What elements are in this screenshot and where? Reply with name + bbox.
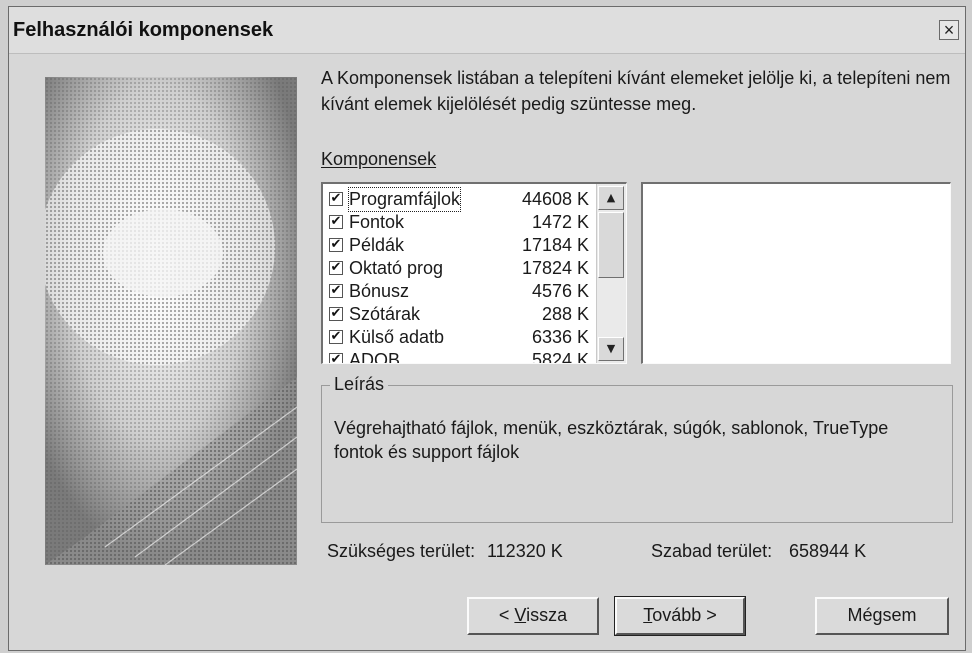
back-button-label: issza <box>526 605 568 625</box>
next-button-hotkey: T <box>643 605 653 625</box>
item-size: 17184 K <box>521 235 589 255</box>
back-button[interactable]: < Vissza <box>467 597 599 635</box>
check-icon: ✔ <box>330 214 342 229</box>
checkbox[interactable]: ✔ <box>329 352 343 364</box>
checkbox[interactable]: ✔ <box>329 307 343 321</box>
item-name: Külső adatb <box>349 327 445 347</box>
check-icon: ✔ <box>330 237 342 252</box>
wizard-side-image <box>45 77 297 565</box>
item-size: 4576 K <box>531 281 589 301</box>
cancel-button[interactable]: Mégsem <box>815 597 949 635</box>
item-size: 17824 K <box>521 258 589 278</box>
next-button-label: ovább <box>652 605 702 625</box>
item-name: ADOB <box>349 350 401 364</box>
check-icon: ✔ <box>330 260 342 275</box>
item-size: 6336 K <box>531 327 589 347</box>
list-item-adob[interactable]: ✔ ADOB 5824 K <box>325 349 593 364</box>
list-item-fontok[interactable]: ✔ Fontok 1472 K <box>325 211 593 234</box>
item-name: Szótárak <box>349 304 421 324</box>
globe-graphic <box>45 77 297 565</box>
list-item-oktato-prog[interactable]: ✔ Oktató prog 17824 K <box>325 257 593 280</box>
check-icon: ✔ <box>330 329 342 344</box>
list-item-programfajlok[interactable]: ✔ Programfájlok 44608 K <box>325 187 593 212</box>
item-name: Oktató prog <box>349 258 444 278</box>
checkbox[interactable]: ✔ <box>329 238 343 252</box>
components-dialog: Felhasználói komponensek × A Komponensek… <box>8 6 966 651</box>
checkbox[interactable]: ✔ <box>329 330 343 344</box>
check-icon: ✔ <box>330 191 342 206</box>
back-button-prefix: < <box>498 605 515 625</box>
free-space-label: Szabad terület: <box>651 541 773 561</box>
item-size: 5824 K <box>531 350 589 364</box>
free-space-value: 658944 K <box>789 541 867 561</box>
back-button-hotkey: V <box>514 605 527 625</box>
next-button[interactable]: Tovább > <box>614 596 746 636</box>
description-legend: Leírás <box>330 374 389 395</box>
item-name: Példák <box>349 235 405 255</box>
components-list: ✔ Programfájlok 44608 K ✔ Fontok 1472 K … <box>325 187 593 364</box>
checkbox[interactable]: ✔ <box>329 192 343 206</box>
subcomponent-preview-box <box>641 182 951 364</box>
checkbox[interactable]: ✔ <box>329 261 343 275</box>
checkbox[interactable]: ✔ <box>329 284 343 298</box>
components-label: Komponensek <box>321 149 437 169</box>
checkbox[interactable]: ✔ <box>329 215 343 229</box>
list-item-szotarak[interactable]: ✔ Szótárak 288 K <box>325 303 593 326</box>
close-icon: × <box>943 20 955 40</box>
check-icon: ✔ <box>330 283 342 298</box>
scroll-thumb[interactable] <box>598 212 624 278</box>
item-name: Programfájlok <box>347 187 462 212</box>
components-listbox[interactable]: ✔ Programfájlok 44608 K ✔ Fontok 1472 K … <box>321 182 627 364</box>
close-button[interactable]: × <box>939 20 959 40</box>
description-text: Végrehajtható fájlok, menük, eszköztárak… <box>334 418 889 462</box>
next-button-suffix: > <box>701 605 717 625</box>
instructions-text: A Komponensek listában a telepíteni kívá… <box>321 68 951 114</box>
scroll-down-button[interactable]: ▼ <box>598 337 624 361</box>
scroll-up-button[interactable]: ▲ <box>598 186 624 210</box>
check-icon: ✔ <box>330 306 342 321</box>
check-icon: ✔ <box>330 352 342 364</box>
item-name: Fontok <box>349 212 405 232</box>
item-size: 288 K <box>541 304 589 324</box>
list-scrollbar[interactable]: ▲ ▼ <box>596 184 626 363</box>
arrow-down-icon: ▼ <box>606 342 616 355</box>
dialog-title: Felhasználói komponensek <box>13 19 274 41</box>
list-item-bonusz[interactable]: ✔ Bónusz 4576 K <box>325 280 593 303</box>
description-group: Leírás Végrehajtható fájlok, menük, eszk… <box>321 374 953 523</box>
required-space-label: Szükséges terület: <box>327 541 476 561</box>
item-size: 44608 K <box>521 189 589 209</box>
title-bar[interactable]: Felhasználói komponensek × <box>9 7 965 54</box>
arrow-up-icon: ▲ <box>606 191 616 204</box>
item-size: 1472 K <box>531 212 589 232</box>
list-item-kulso-adatb[interactable]: ✔ Külső adatb 6336 K <box>325 326 593 349</box>
required-space-value: 112320 K <box>487 541 563 561</box>
list-item-peldak[interactable]: ✔ Példák 17184 K <box>325 234 593 257</box>
item-name: Bónusz <box>349 281 410 301</box>
